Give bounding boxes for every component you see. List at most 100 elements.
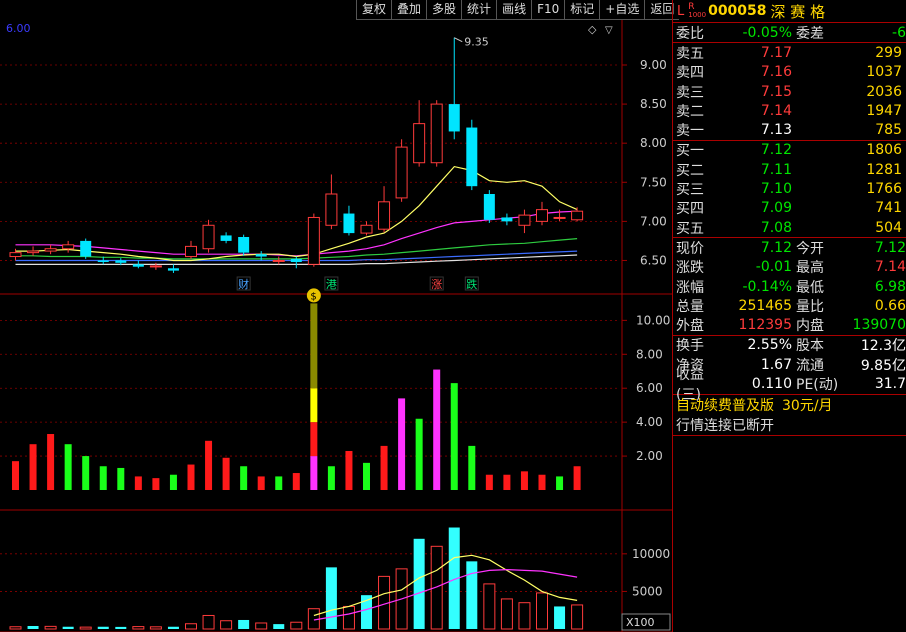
candle-body (536, 209, 548, 222)
volume-bar (554, 606, 566, 629)
stat-label2: 内盘 (796, 318, 824, 335)
turnover-bar (503, 474, 511, 490)
turnover-tick-label: 10.00 (636, 313, 670, 327)
candle-body (571, 210, 584, 221)
restore-rights-button[interactable]: 复权 (356, 0, 392, 20)
ask-row: 卖四 7.16 1037 (673, 63, 906, 82)
mark-button[interactable]: 标记 (564, 0, 600, 20)
event-marker: 财 (238, 277, 249, 291)
statistics-button[interactable]: 统计 (461, 0, 497, 20)
l-label: L (677, 3, 685, 19)
stat-value2: 7.12 (874, 239, 906, 256)
diamond-icon: ◇ (588, 23, 597, 36)
max-leader-line (454, 37, 463, 43)
connection-status: 行情连接已断开 (676, 417, 774, 434)
stat-value: 7.12 (760, 239, 792, 256)
ask-price: 7.13 (760, 122, 792, 139)
candle-body (430, 103, 443, 164)
r-label: R (688, 2, 695, 12)
r-sub-label: 1000 (688, 11, 707, 19)
ask-label: 卖二 (676, 103, 704, 120)
turnover-bar (433, 369, 441, 490)
bid-volume: 1766 (866, 181, 902, 198)
turnover-bar (450, 383, 458, 490)
stat-label2: 最低 (796, 279, 824, 296)
bid-row: 买五 7.08 504 (673, 218, 906, 237)
turnover-tick-label: 6.00 (636, 381, 663, 395)
overlay-button[interactable]: 叠加 (391, 0, 427, 20)
volume-bar (97, 626, 109, 629)
ask-volume: 1947 (866, 102, 902, 119)
stat-value2: 31.7 (874, 375, 906, 392)
bid-price: 7.12 (760, 142, 792, 159)
volume-bar (202, 614, 215, 630)
stat-label: 现价 (676, 240, 704, 257)
bid-row: 买三 7.10 1766 (673, 179, 906, 198)
candle-body (378, 201, 391, 230)
stat-label: 换手 (676, 338, 704, 355)
stat-value: 1.67 (760, 356, 792, 373)
price-tick-label: 7.50 (640, 175, 667, 189)
promo-price[interactable]: 30元/月 (782, 395, 833, 415)
candle-body (553, 216, 566, 219)
turnover-bar (345, 450, 353, 490)
volume-bar (79, 626, 92, 630)
volume-bar (149, 626, 162, 630)
bid-volume: 1281 (866, 161, 902, 178)
add-watchlist-button[interactable]: +自选 (599, 0, 645, 20)
turnover-bar (29, 444, 37, 490)
candle-body (255, 254, 267, 257)
ask-row: 卖五 7.17 299 (673, 43, 906, 62)
draw-line-button[interactable]: 画线 (496, 0, 532, 20)
stat-value: 112395 (738, 317, 792, 334)
turnover-bar (292, 473, 300, 490)
stat-value2: 12.3亿 (860, 338, 906, 355)
stat-value2: 9.85亿 (860, 357, 906, 374)
turnover-bar (12, 461, 19, 490)
ask-label: 卖一 (676, 123, 704, 140)
ask-label: 卖五 (676, 45, 704, 62)
f10-button[interactable]: F10 (531, 0, 565, 20)
volume-bar (238, 619, 250, 629)
stat-row: 涨跌 -0.01 最高 7.14 (673, 258, 906, 277)
volume-unit-label: X100 (626, 616, 655, 629)
turnover-bar (310, 388, 318, 423)
stat-label2: 量比 (796, 298, 824, 315)
candle-body (343, 213, 355, 234)
turnover-bar (573, 466, 581, 490)
candle-body (518, 214, 531, 226)
event-marker: 涨 (431, 278, 442, 291)
candle-body (220, 235, 232, 241)
candle-body (395, 146, 408, 199)
stat-row: 总量 251465 量比 0.66 (673, 296, 906, 315)
price-top-label: 6.00 (6, 22, 31, 35)
kline-chart[interactable]: 9.00 8.50 8.00 7.50 7.00 6.50 6.00 ◇ ▽ 9.35 财 港 涨 跌 10… (0, 0, 672, 632)
weicha-value: -6 (892, 24, 906, 41)
stat-row: 现价 7.12 今开 7.12 (673, 238, 906, 257)
event-marker: 港 (326, 278, 337, 291)
volume-bar (167, 626, 179, 629)
turnover-bar (415, 418, 423, 490)
turnover-bar (310, 303, 318, 389)
turnover-tick-label: 4.00 (636, 415, 663, 429)
stat-label: 涨幅 (676, 279, 704, 296)
stat-row: 涨幅 -0.14% 最低 6.98 (673, 277, 906, 296)
promo-row[interactable]: 自动续费普及版 30元/月 (673, 395, 906, 415)
multi-stock-button[interactable]: 多股 (426, 0, 462, 20)
promo-text[interactable]: 自动续费普及版 (676, 395, 774, 415)
price-tick-label: 8.50 (640, 97, 667, 111)
stat-label: 涨跌 (676, 260, 704, 277)
stat-label2: 股本 (796, 338, 824, 355)
stat-label: 外盘 (676, 318, 704, 335)
volume-bar (220, 620, 233, 630)
bid-row: 买一 7.12 1806 (673, 141, 906, 160)
bid-volume: 504 (875, 219, 902, 236)
turnover-bar (520, 471, 528, 490)
turnover-bar (134, 476, 142, 490)
stat-label2: 今开 (796, 240, 824, 257)
volume-bar (255, 622, 268, 630)
turnover-bar (240, 466, 248, 490)
price-tick-label: 6.50 (640, 253, 667, 267)
turnover-tick-label: 2.00 (636, 449, 663, 463)
volume-bar (185, 623, 197, 630)
